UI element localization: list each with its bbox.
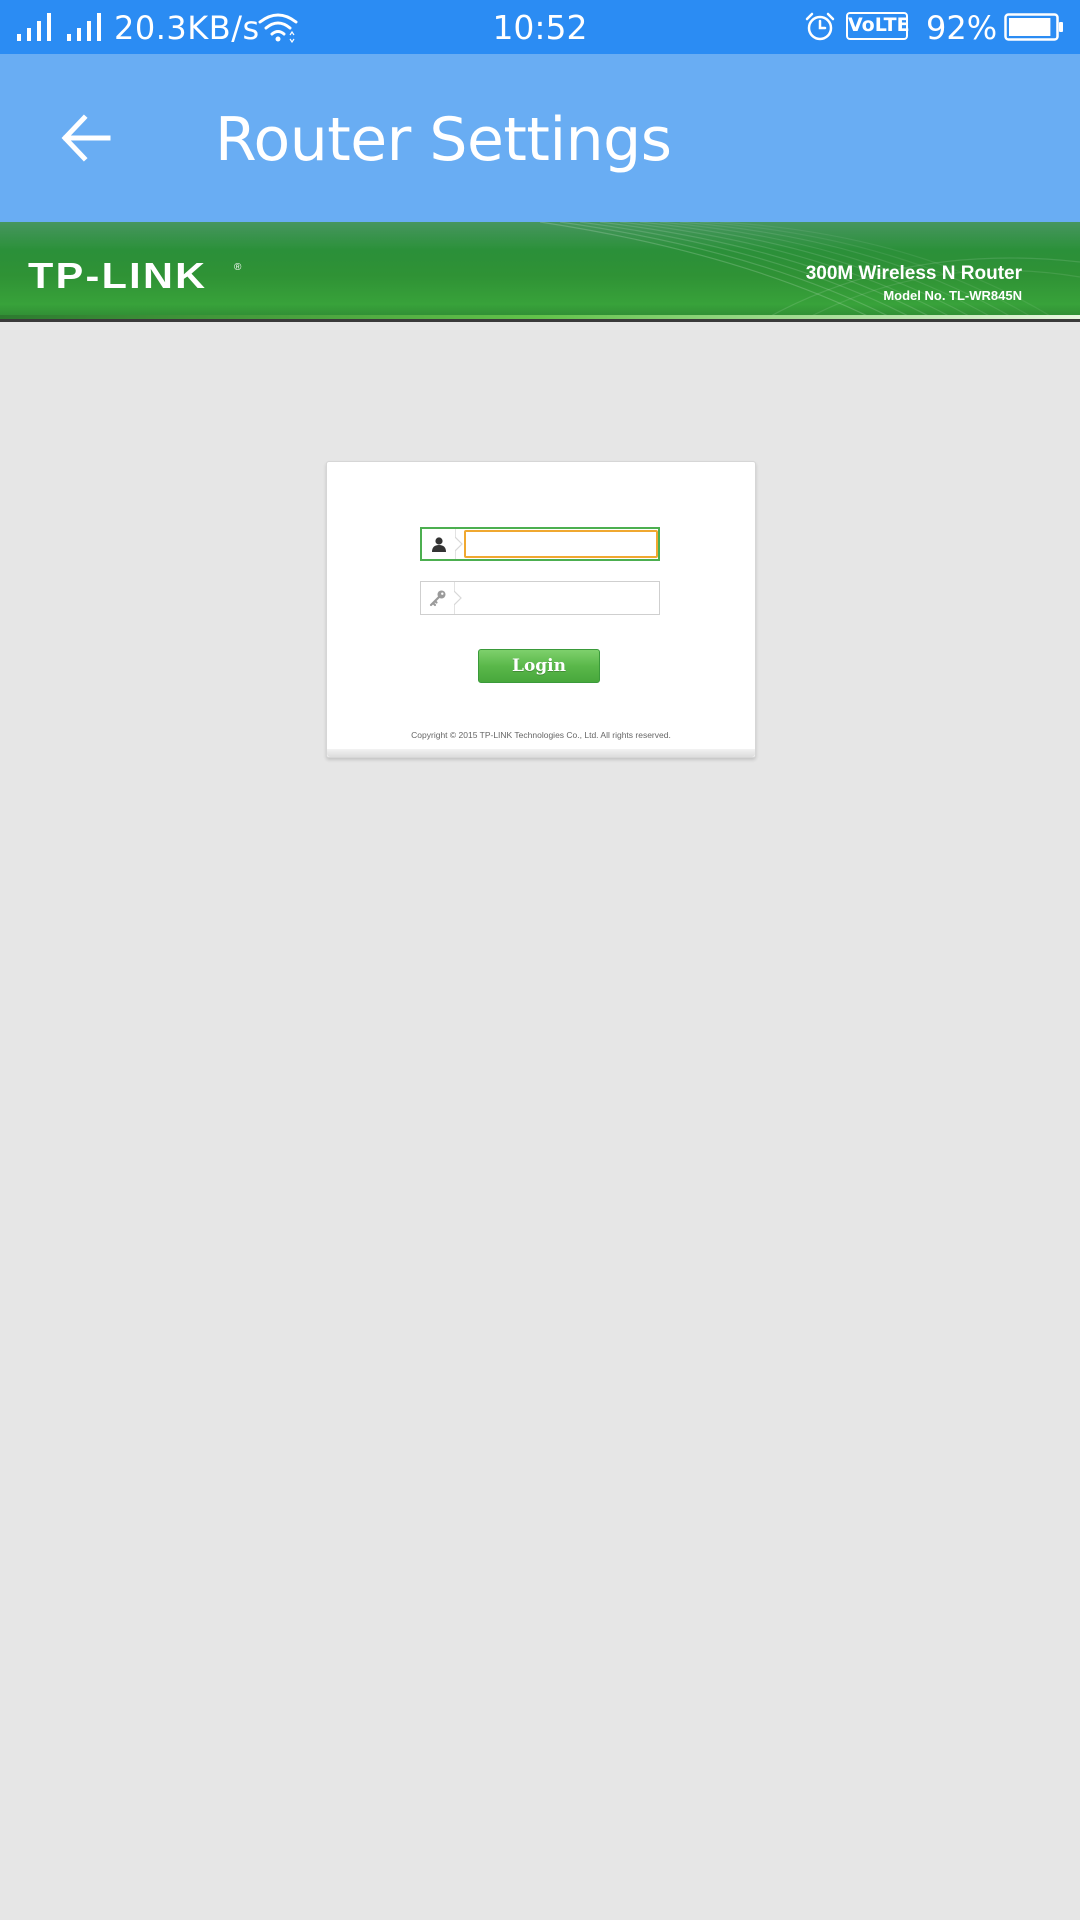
product-name: 300M Wireless N Router — [805, 263, 1022, 284]
password-input[interactable] — [465, 584, 653, 610]
app-bar: Router Settings — [0, 54, 1080, 222]
page-title: Router Settings — [215, 105, 672, 175]
user-icon — [431, 537, 446, 552]
field-separator-arrow — [454, 591, 462, 605]
status-bar: 20.3KB/s 10:52 VoLTE 92% — [0, 0, 1080, 54]
volte-badge: VoLTE — [846, 12, 910, 40]
clock: 10:52 — [492, 8, 588, 47]
field-separator-arrow — [455, 537, 463, 551]
username-field[interactable] — [420, 527, 660, 561]
login-button[interactable]: Login — [478, 649, 600, 683]
username-icon-box — [422, 529, 456, 559]
login-panel: Login Copyright © 2015 TP-LINK Technolog… — [326, 461, 756, 758]
password-field[interactable] — [420, 581, 660, 615]
model-number: Model No. TL-WR845N — [883, 288, 1022, 303]
username-input[interactable] — [464, 530, 658, 558]
password-icon-box — [421, 582, 455, 614]
tp-link-logo: TP-LINK — [28, 255, 208, 296]
battery-icon — [1004, 13, 1063, 41]
battery-percent: 92% — [926, 9, 998, 47]
banner-divider — [0, 315, 1080, 319]
router-banner: TP-LINK ® 300M Wireless N Router Model N… — [0, 222, 1080, 322]
copyright-notice: Copyright © 2015 TP-LINK Technologies Co… — [411, 730, 671, 740]
key-icon — [429, 590, 445, 607]
registered-mark: ® — [234, 262, 242, 273]
alarm-icon — [805, 12, 835, 41]
arrow-left-icon — [61, 114, 111, 162]
back-button[interactable] — [50, 102, 122, 174]
